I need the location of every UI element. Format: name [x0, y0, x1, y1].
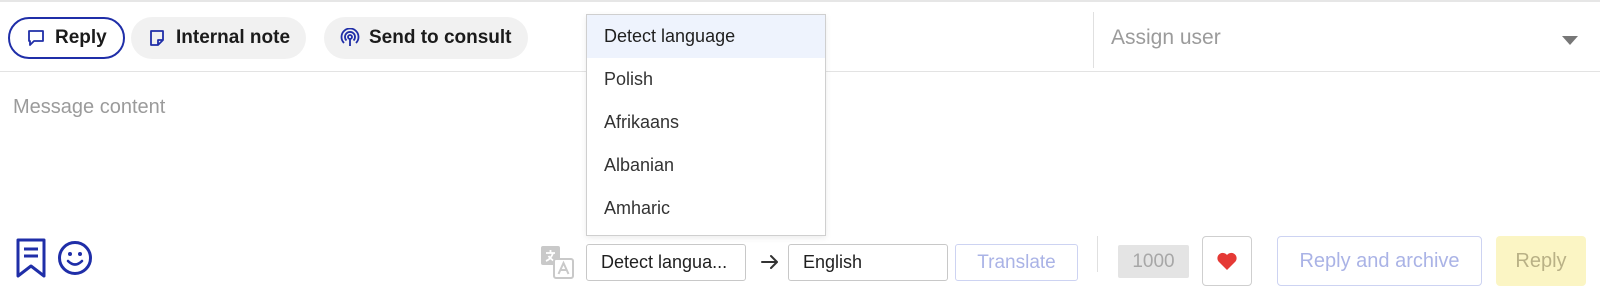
- arrow-right-icon: [761, 255, 778, 269]
- reply-and-archive-button[interactable]: Reply and archive: [1277, 236, 1482, 286]
- language-dropdown-menu: Detect language Polish Afrikaans Albania…: [586, 14, 826, 236]
- translate-button[interactable]: Translate: [955, 244, 1078, 281]
- character-counter: 1000: [1118, 245, 1189, 278]
- reply-mode-button[interactable]: Reply: [8, 17, 125, 59]
- internal-note-button[interactable]: Internal note: [131, 17, 307, 59]
- chevron-down-icon[interactable]: [1562, 36, 1578, 45]
- send-to-consult-label: Send to consult: [369, 27, 512, 48]
- smiley-icon[interactable]: [57, 240, 93, 276]
- bookmark-icon[interactable]: [14, 238, 48, 278]
- send-to-consult-button[interactable]: Send to consult: [324, 17, 528, 59]
- reply-mode-label: Reply: [55, 27, 107, 48]
- message-content-input[interactable]: Message content: [13, 96, 165, 119]
- heart-reaction-button[interactable]: [1202, 236, 1252, 286]
- sticky-note-icon: [150, 30, 164, 46]
- language-option[interactable]: Polish: [587, 58, 825, 101]
- language-option[interactable]: Detect language: [587, 15, 825, 58]
- language-option[interactable]: Amharic: [587, 187, 825, 230]
- language-option[interactable]: Albanian: [587, 144, 825, 187]
- assign-user-select[interactable]: Assign user: [1093, 12, 1600, 68]
- language-option[interactable]: Afrikaans: [587, 101, 825, 144]
- chat-bubble-icon: [28, 30, 44, 46]
- divider: [1097, 236, 1098, 272]
- heart-icon: [1217, 252, 1237, 270]
- internal-note-label: Internal note: [176, 27, 291, 48]
- reply-button[interactable]: Reply: [1496, 236, 1586, 286]
- translate-icon: [541, 246, 574, 279]
- assign-user-placeholder: Assign user: [1111, 26, 1221, 49]
- target-language-select[interactable]: English: [788, 244, 948, 281]
- source-language-select[interactable]: Detect langua...: [586, 244, 746, 281]
- broadcast-icon: [340, 28, 360, 46]
